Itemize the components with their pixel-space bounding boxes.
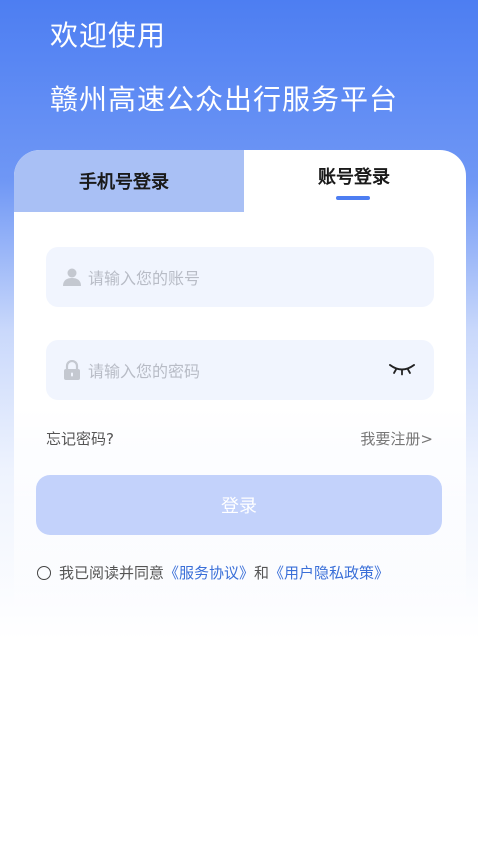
lock-icon: [64, 360, 80, 380]
tab-active-indicator: [336, 196, 370, 200]
tab-phone-login[interactable]: 手机号登录: [14, 150, 234, 212]
login-button[interactable]: 登录: [36, 475, 442, 535]
account-placeholder: 请输入您的账号: [88, 269, 201, 288]
service-agreement-link[interactable]: 《服务协议》: [164, 562, 254, 583]
platform-title: 赣州高速公众出行服务平台: [50, 83, 399, 116]
agreement-checkbox[interactable]: [37, 565, 51, 580]
account-input[interactable]: 请输入您的账号: [46, 247, 434, 307]
tab-account-login[interactable]: 账号登录: [264, 150, 444, 202]
register-link[interactable]: 我要注册>: [360, 428, 433, 449]
user-icon: [63, 268, 81, 286]
eye-closed-icon[interactable]: [388, 362, 416, 376]
password-input[interactable]: 请输入您的密码: [46, 340, 434, 400]
password-placeholder: 请输入您的密码: [88, 362, 201, 381]
agreement-row: 我已阅读并同意 《服务协议》 和 《用户隐私政策》: [37, 562, 389, 583]
forgot-password-link[interactable]: 忘记密码?: [46, 428, 114, 449]
agreement-and: 和: [254, 564, 270, 582]
welcome-text: 欢迎使用: [50, 19, 167, 52]
agreement-prefix: 我已阅读并同意: [59, 564, 165, 582]
privacy-policy-link[interactable]: 《用户隐私政策》: [269, 562, 389, 583]
